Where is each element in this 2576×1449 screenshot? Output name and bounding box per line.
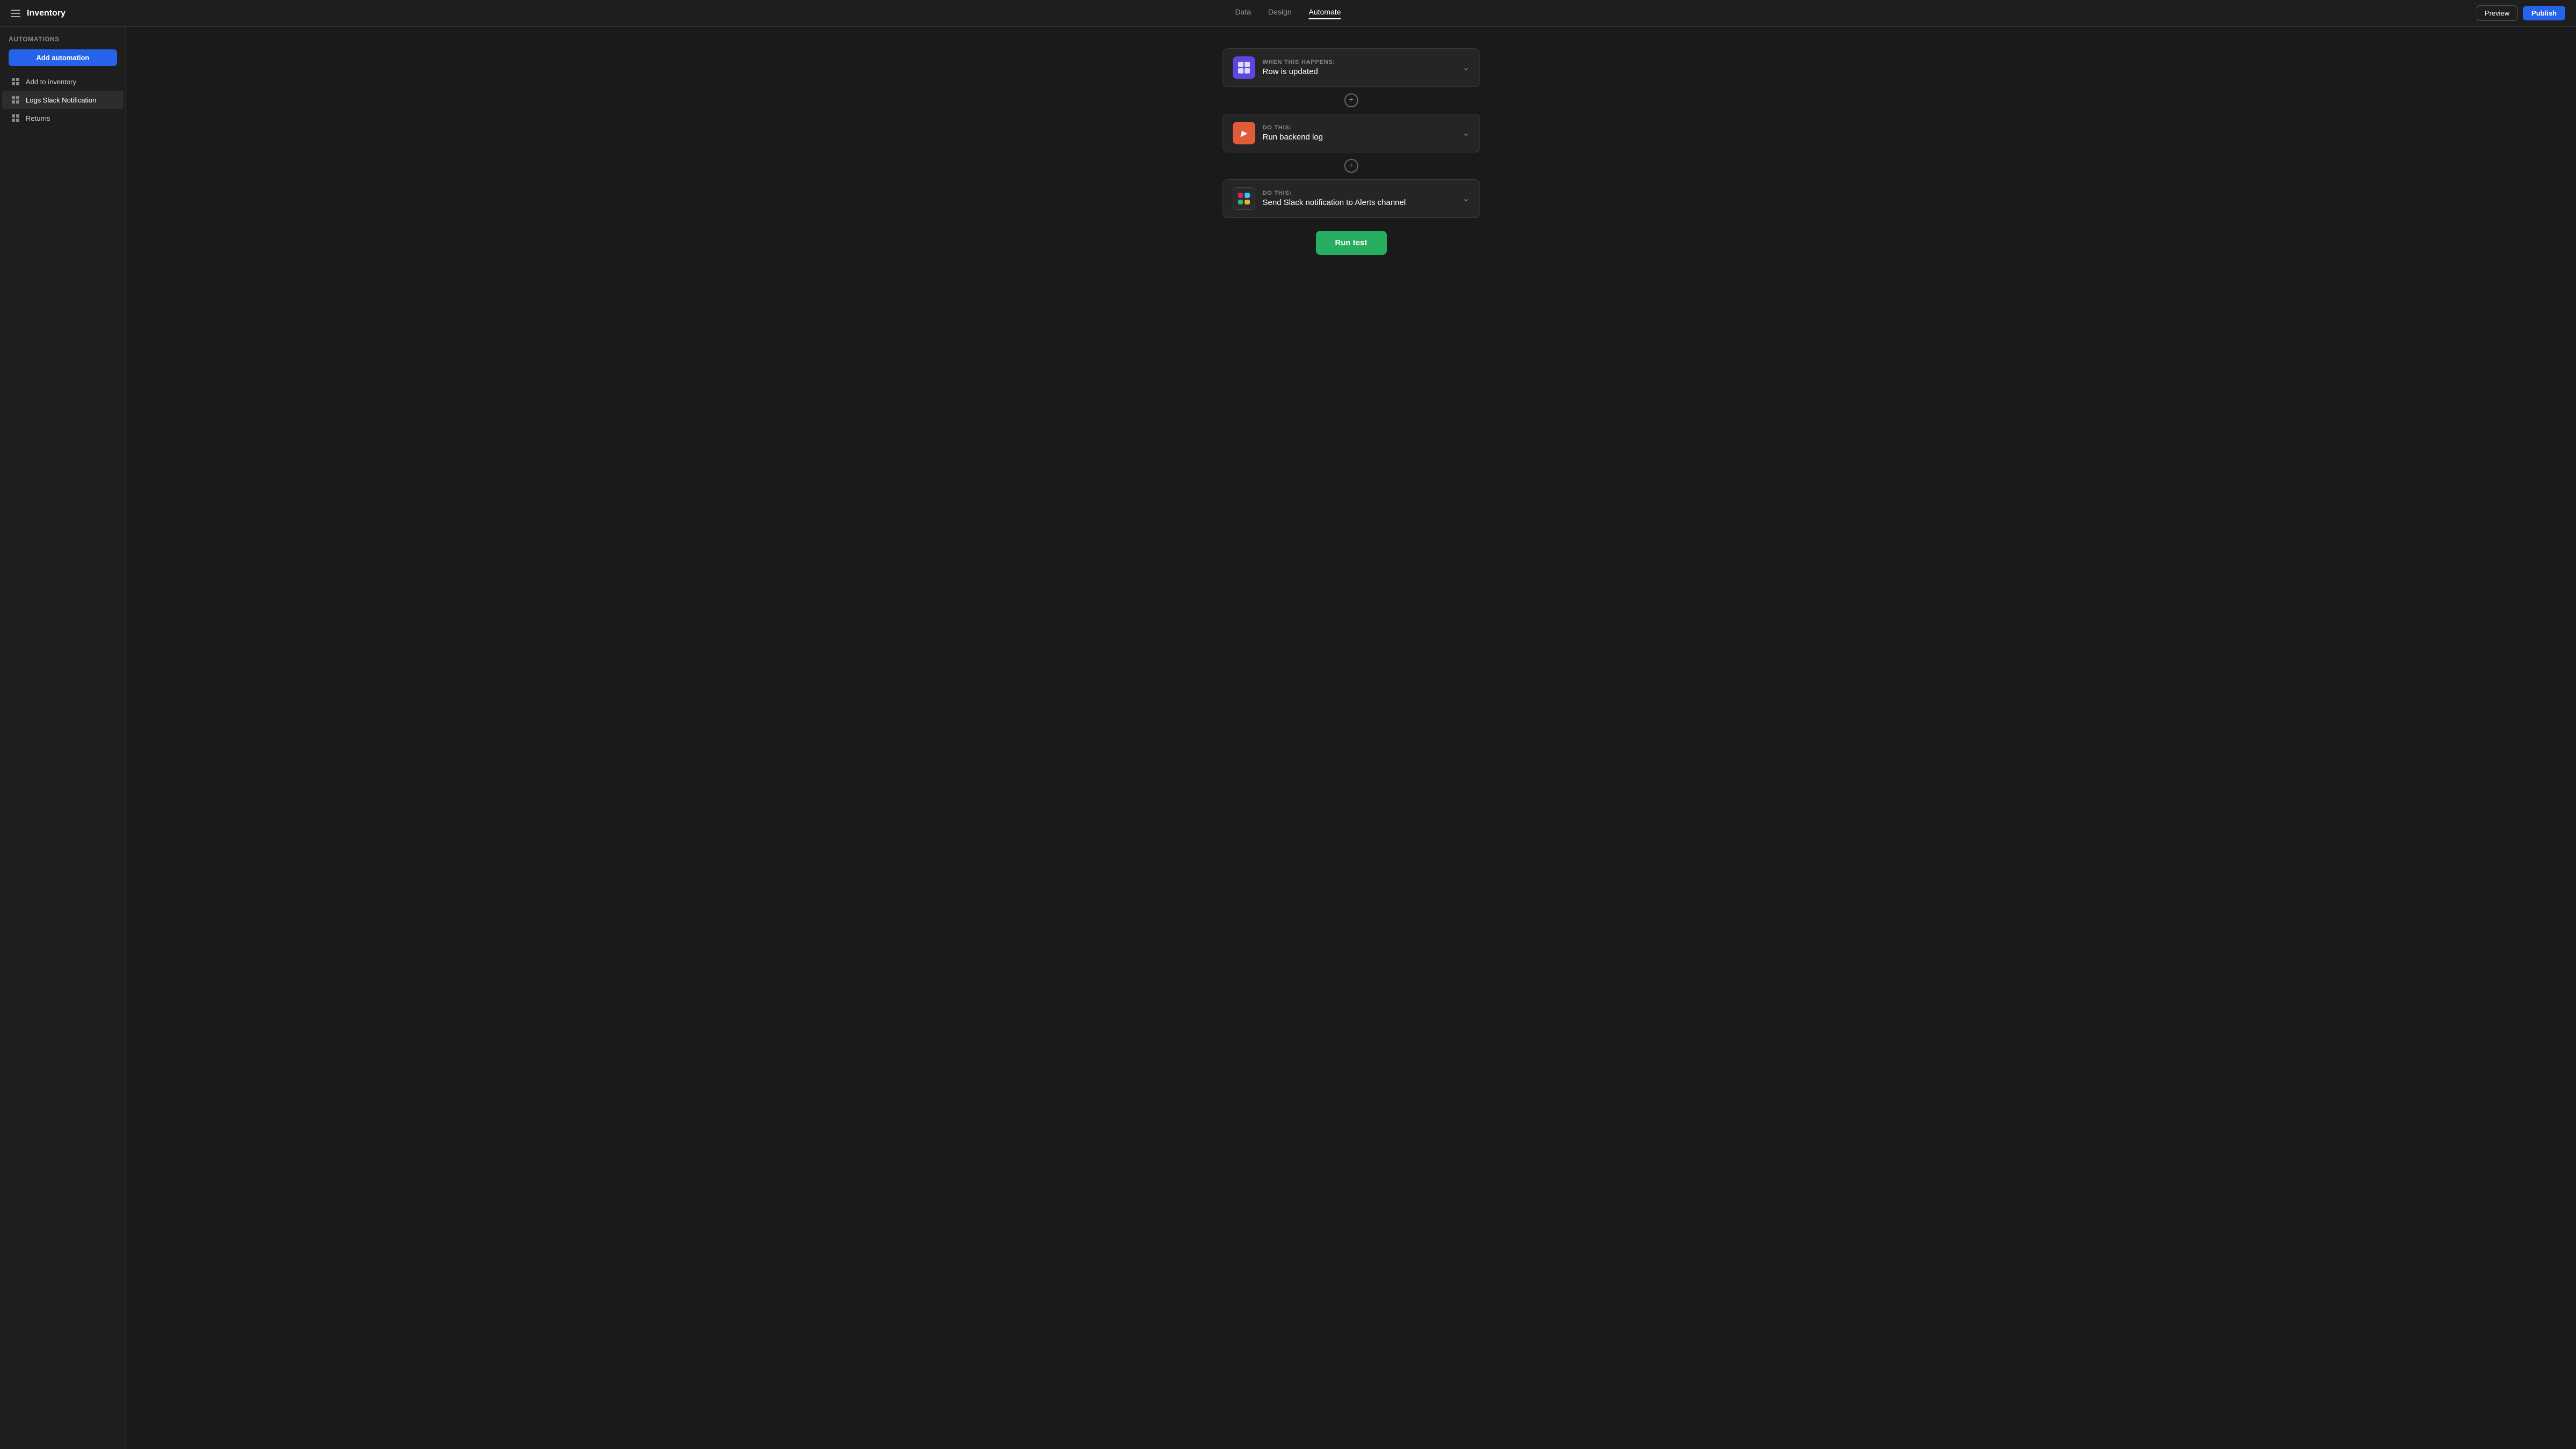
tab-data[interactable]: Data (1235, 8, 1251, 19)
main-content: WHEN THIS HAPPENS: Row is updated ⌄ + ▶ … (126, 27, 2576, 1449)
grid-icon (11, 77, 20, 86)
trigger-title: Row is updated (1263, 67, 1459, 76)
sidebar-item-label: Add to inventory (26, 78, 76, 86)
grid-icon-3 (11, 113, 20, 123)
plus-circle-icon-2[interactable]: + (1344, 159, 1358, 173)
sidebar-item-label-3: Returns (26, 114, 50, 122)
grid-icon-2 (11, 95, 20, 105)
slack-icon (1233, 187, 1255, 210)
trigger-content: WHEN THIS HAPPENS: Row is updated (1263, 59, 1459, 76)
log-icon-inner: ▶ (1241, 129, 1247, 138)
step2-title: Send Slack notification to Alerts channe… (1263, 198, 1459, 207)
publish-button[interactable]: Publish (2523, 6, 2565, 20)
layout: Automations Add automation Add to invent… (0, 27, 2576, 1449)
navbar-tabs: Data Design Automate (1235, 8, 1341, 19)
add-step-connector-2[interactable]: + (1344, 152, 1358, 179)
step1-content: DO THIS: Run backend log (1263, 125, 1459, 142)
trigger-icon (1233, 56, 1255, 79)
log-icon: ▶ (1233, 122, 1255, 144)
trigger-chevron: ⌄ (1462, 62, 1469, 73)
menu-icon[interactable] (11, 10, 20, 17)
add-automation-button[interactable]: Add automation (9, 49, 117, 66)
navbar-left: Inventory (11, 9, 65, 18)
step1-card[interactable]: ▶ DO THIS: Run backend log ⌄ (1223, 114, 1480, 152)
automation-flow: WHEN THIS HAPPENS: Row is updated ⌄ + ▶ … (1223, 48, 1480, 255)
app-title: Inventory (27, 9, 65, 18)
tab-automate[interactable]: Automate (1309, 8, 1341, 19)
sidebar-item-logs-slack[interactable]: Logs Slack Notification (2, 91, 123, 109)
add-step-connector-1[interactable]: + (1344, 87, 1358, 114)
step2-label: DO THIS: (1263, 190, 1459, 196)
sidebar-item-label-2: Logs Slack Notification (26, 96, 97, 104)
run-test-button[interactable]: Run test (1316, 231, 1387, 255)
sidebar: Automations Add automation Add to invent… (0, 27, 126, 1449)
preview-button[interactable]: Preview (2477, 5, 2518, 21)
step2-card[interactable]: DO THIS: Send Slack notification to Aler… (1223, 179, 1480, 218)
step2-chevron: ⌄ (1462, 193, 1469, 204)
step2-content: DO THIS: Send Slack notification to Aler… (1263, 190, 1459, 207)
step1-title: Run backend log (1263, 133, 1459, 142)
navbar: Inventory Data Design Automate Preview P… (0, 0, 2576, 27)
tab-design[interactable]: Design (1268, 8, 1292, 19)
sidebar-item-returns[interactable]: Returns (2, 109, 123, 127)
step1-label: DO THIS: (1263, 125, 1459, 131)
trigger-card[interactable]: WHEN THIS HAPPENS: Row is updated ⌄ (1223, 48, 1480, 87)
trigger-label: WHEN THIS HAPPENS: (1263, 59, 1459, 65)
plus-circle-icon-1[interactable]: + (1344, 93, 1358, 107)
sidebar-heading: Automations (0, 35, 126, 49)
sidebar-item-add-to-inventory[interactable]: Add to inventory (2, 72, 123, 91)
navbar-right: Preview Publish (2477, 5, 2565, 21)
step1-chevron: ⌄ (1462, 128, 1469, 138)
